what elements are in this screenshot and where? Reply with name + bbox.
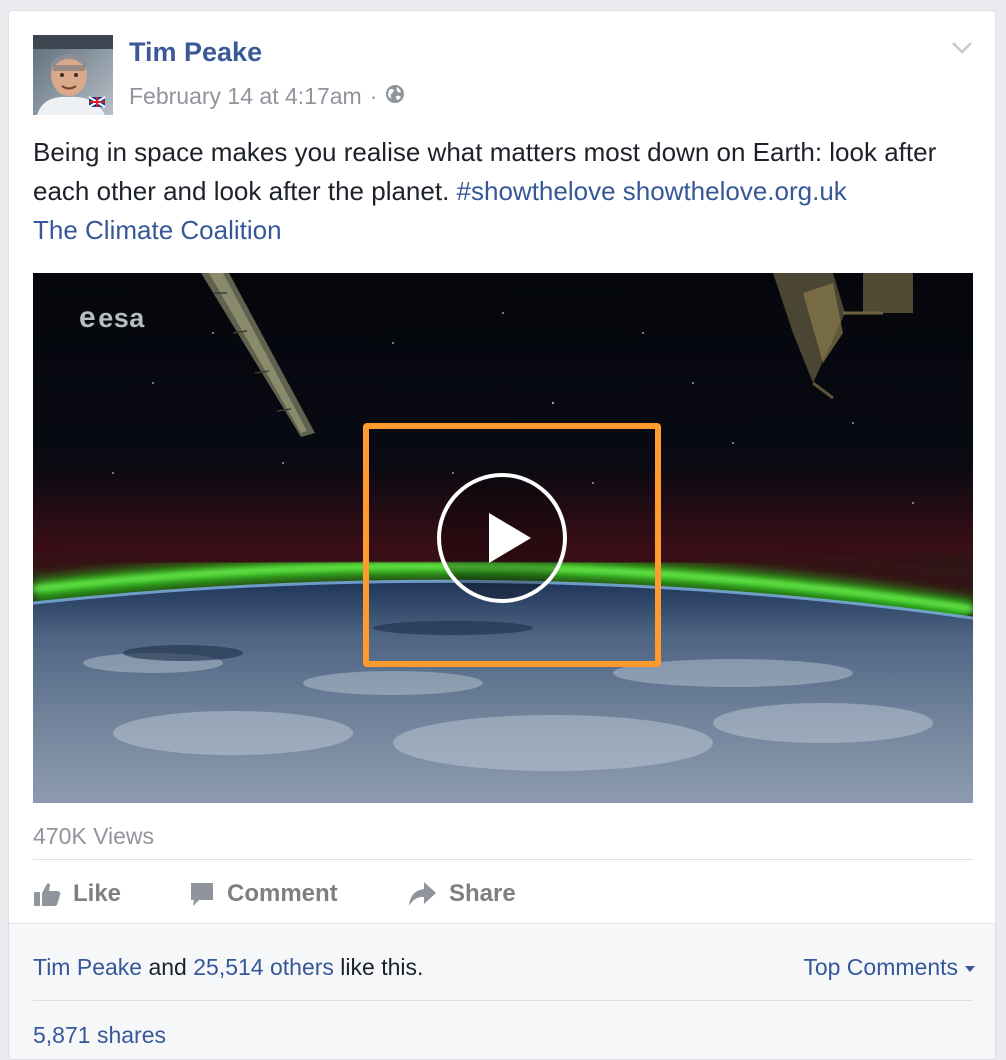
view-count: 470K Views [33, 823, 155, 849]
globe-icon [385, 83, 405, 110]
share-button[interactable]: Share [407, 869, 516, 919]
likes-and: and [148, 954, 187, 980]
likes-suffix: like this. [340, 954, 424, 980]
top-comments-dropdown[interactable]: Top Comments [803, 954, 975, 981]
like-label: Like [73, 880, 122, 907]
post-text: Being in space makes you realise what ma… [33, 133, 983, 250]
author-name[interactable]: Tim Peake [129, 37, 262, 68]
like-button[interactable]: Like [33, 869, 121, 919]
external-link[interactable]: showthelove.org.uk [623, 176, 847, 206]
comment-label: Comment [227, 880, 338, 907]
comment-icon [189, 881, 215, 907]
tagged-page-link[interactable]: The Climate Coalition [33, 215, 282, 245]
video-player[interactable]: e esa [33, 273, 973, 803]
share-arrow-icon [407, 881, 437, 907]
others-link[interactable]: 25,514 others [193, 954, 334, 980]
thumbs-up-icon [33, 881, 61, 907]
post-meta: February 14 at 4:17am · [129, 81, 405, 111]
play-button-highlight [363, 423, 661, 667]
comment-button[interactable]: Comment [189, 869, 338, 919]
esa-watermark: esa [98, 302, 145, 333]
esa-logo: e esa [79, 301, 145, 335]
post-footer: Tim Peake and 25,514 others like this. T… [9, 923, 995, 1059]
chevron-down-icon[interactable] [951, 41, 973, 60]
post-timestamp[interactable]: February 14 at 4:17am [129, 83, 362, 110]
avatar[interactable] [33, 35, 113, 115]
share-label: Share [449, 880, 516, 907]
post-card: Tim Peake February 14 at 4:17am · Being … [8, 10, 996, 1060]
meta-separator: · [369, 82, 378, 109]
actions-divider [33, 859, 973, 860]
top-comments-label: Top Comments [803, 954, 958, 980]
liker-name-link[interactable]: Tim Peake [33, 954, 142, 980]
action-bar: Like Comment Share [33, 869, 973, 919]
esa-logo-mark: e [79, 301, 97, 334]
hashtag-link[interactable]: #showthelove [457, 176, 616, 206]
likes-summary: Tim Peake and 25,514 others like this. [33, 954, 423, 981]
footer-divider [33, 1000, 973, 1001]
shares-count-link[interactable]: 5,871 shares [33, 1022, 166, 1049]
caret-down-icon [965, 965, 975, 972]
